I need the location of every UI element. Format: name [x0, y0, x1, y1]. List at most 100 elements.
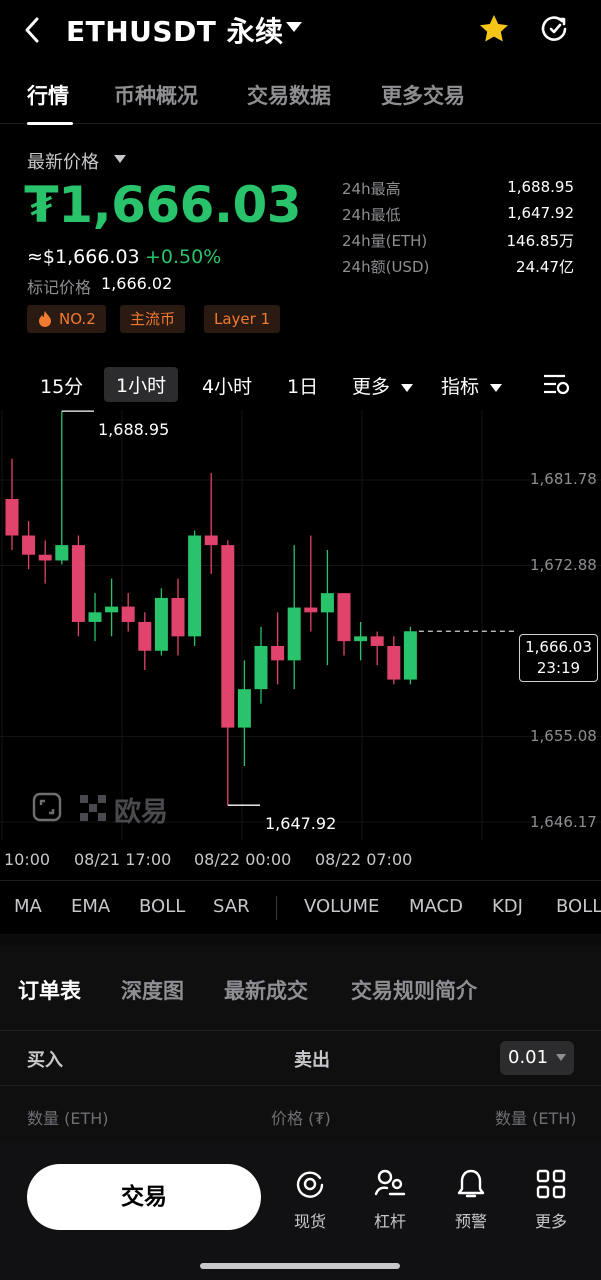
stat-low-label: 24h最低 [342, 206, 401, 224]
rank-tag-label: NO.2 [59, 310, 96, 328]
interval-more-label: 更多 [352, 376, 391, 398]
candle-body [71, 545, 85, 622]
active-tab-underline [27, 122, 73, 125]
nav-alert[interactable]: 预警 [441, 1168, 501, 1232]
price-type-caret-icon[interactable] [113, 154, 127, 164]
nav-margin-label: 杠杆 [373, 1212, 406, 1231]
current-price-box: 1,666.03 23:19 [519, 634, 598, 682]
price-change: +0.50% [145, 246, 222, 268]
indicator-boll-sub[interactable]: BOLL [556, 896, 601, 917]
margin-icon [374, 1169, 406, 1196]
latest-price-label[interactable]: 最新价格 [27, 148, 99, 174]
candle-body [370, 636, 384, 646]
indicator-kdj[interactable]: KDJ [492, 896, 523, 917]
home-indicator [200, 1263, 400, 1269]
y-tick-label: 1,655.08 [530, 727, 597, 745]
tab-depth-chart[interactable]: 深度图 [121, 975, 184, 1005]
candle-body [271, 645, 285, 661]
refresh-share-icon[interactable] [538, 13, 570, 45]
indicator-sar[interactable]: SAR [213, 896, 250, 917]
candle-body [237, 689, 251, 728]
low-price-annotation: 1,647.92 [265, 814, 337, 833]
indicator-divider [276, 896, 277, 920]
interval-15m[interactable]: 15分 [40, 372, 83, 399]
nav-more-label: 更多 [534, 1212, 567, 1231]
interval-more[interactable]: 更多 [352, 372, 414, 399]
indicators-menu[interactable]: 指标 [441, 372, 503, 399]
precision-caret-icon [556, 1054, 566, 1061]
candle-body [105, 606, 119, 613]
watermark-text: 欧易 [114, 797, 168, 828]
bell-icon [457, 1169, 485, 1198]
tab-market[interactable]: 行情 [27, 80, 69, 110]
tab-coin-overview[interactable]: 币种概况 [114, 80, 198, 110]
tab-trading-rules[interactable]: 交易规则简介 [351, 975, 477, 1005]
category-tag-mainstream[interactable]: 主流币 [120, 305, 186, 333]
candle-body [204, 535, 218, 546]
stat-high-label: 24h最高 [342, 180, 401, 198]
tab-more-trading[interactable]: 更多交易 [381, 80, 465, 110]
stat-turnover-value: 24.47亿 [516, 258, 574, 276]
current-price-label: 1,666.03 [525, 638, 592, 656]
chart-settings-icon[interactable] [543, 372, 571, 396]
tab-latest-trades[interactable]: 最新成交 [224, 975, 308, 1005]
main-tabs: 行情 币种概况 交易数据 更多交易 [0, 72, 601, 125]
rank-tag[interactable]: NO.2 [27, 305, 106, 333]
indicator-ma[interactable]: MA [14, 896, 42, 917]
nav-spot-label: 现货 [293, 1212, 326, 1231]
x-tick-label: 10:00 [4, 850, 51, 869]
indicator-ema[interactable]: EMA [71, 896, 110, 917]
nav-more[interactable]: 更多 [521, 1168, 581, 1232]
flame-icon [39, 311, 51, 327]
orderbook-divider [0, 1030, 601, 1031]
price-chart[interactable] [0, 410, 601, 840]
nav-alert-label: 预警 [454, 1212, 487, 1231]
top-header: ETHUSDT 永续 [0, 0, 601, 60]
okx-logo-icon [80, 795, 106, 821]
nav-margin[interactable]: 杠杆 [360, 1168, 420, 1232]
candle-body [221, 545, 235, 728]
candle-body [387, 645, 401, 680]
candle-body [254, 645, 268, 690]
stat-high-value: 1,688.95 [507, 178, 574, 196]
usd-price: ≈$1,666.03 [27, 246, 140, 268]
interval-more-caret-icon [401, 384, 414, 392]
candle-body [171, 597, 185, 637]
pair-dropdown-caret-icon[interactable] [285, 20, 303, 34]
category-tag-layer1[interactable]: Layer 1 [204, 305, 281, 333]
indicator-boll[interactable]: BOLL [139, 896, 185, 917]
buy-header: 买入 [27, 1050, 63, 1071]
indicator-macd[interactable]: MACD [409, 896, 463, 917]
candle-body [121, 606, 135, 622]
col-qty-sell: 数量 (ETH) [495, 1109, 577, 1128]
stats-24h: 24h最高 1,688.95 24h最低 1,647.92 24h量(ETH) … [342, 178, 574, 278]
tab-trading-data[interactable]: 交易数据 [247, 80, 331, 110]
trade-button[interactable]: 交易 [27, 1164, 261, 1230]
candle-body [154, 597, 168, 651]
y-tick-label: 1,672.88 [530, 556, 597, 574]
mark-price-value: 1,666.02 [101, 274, 173, 293]
interval-1h[interactable]: 1小时 [104, 367, 179, 402]
precision-select[interactable]: 0.01 [500, 1041, 574, 1075]
candle-countdown: 23:19 [536, 659, 581, 677]
stat-turnover-label: 24h额(USD) [342, 258, 430, 276]
tab-order-book[interactable]: 订单表 [18, 975, 81, 1005]
nav-spot[interactable]: 现货 [280, 1168, 340, 1232]
spot-icon [296, 1171, 324, 1198]
pair-title[interactable]: ETHUSDT 永续 [66, 10, 284, 50]
candle-body [55, 545, 69, 561]
stat-volume-value: 146.85万 [506, 232, 575, 250]
mark-price-label: 标记价格 [27, 278, 92, 297]
candle-body [22, 535, 36, 555]
indicator-volume[interactable]: VOLUME [304, 896, 379, 917]
interval-4h[interactable]: 4小时 [202, 372, 252, 399]
interval-1d[interactable]: 1日 [287, 372, 318, 399]
sell-header: 卖出 [294, 1050, 330, 1071]
fullscreen-icon[interactable] [32, 792, 62, 822]
y-tick-label: 1,681.78 [530, 470, 597, 488]
favorite-star-icon[interactable] [478, 13, 510, 45]
grid-icon [536, 1169, 566, 1199]
candle-body [188, 535, 202, 637]
back-arrow-icon[interactable] [22, 16, 42, 44]
candle-body [5, 499, 19, 536]
